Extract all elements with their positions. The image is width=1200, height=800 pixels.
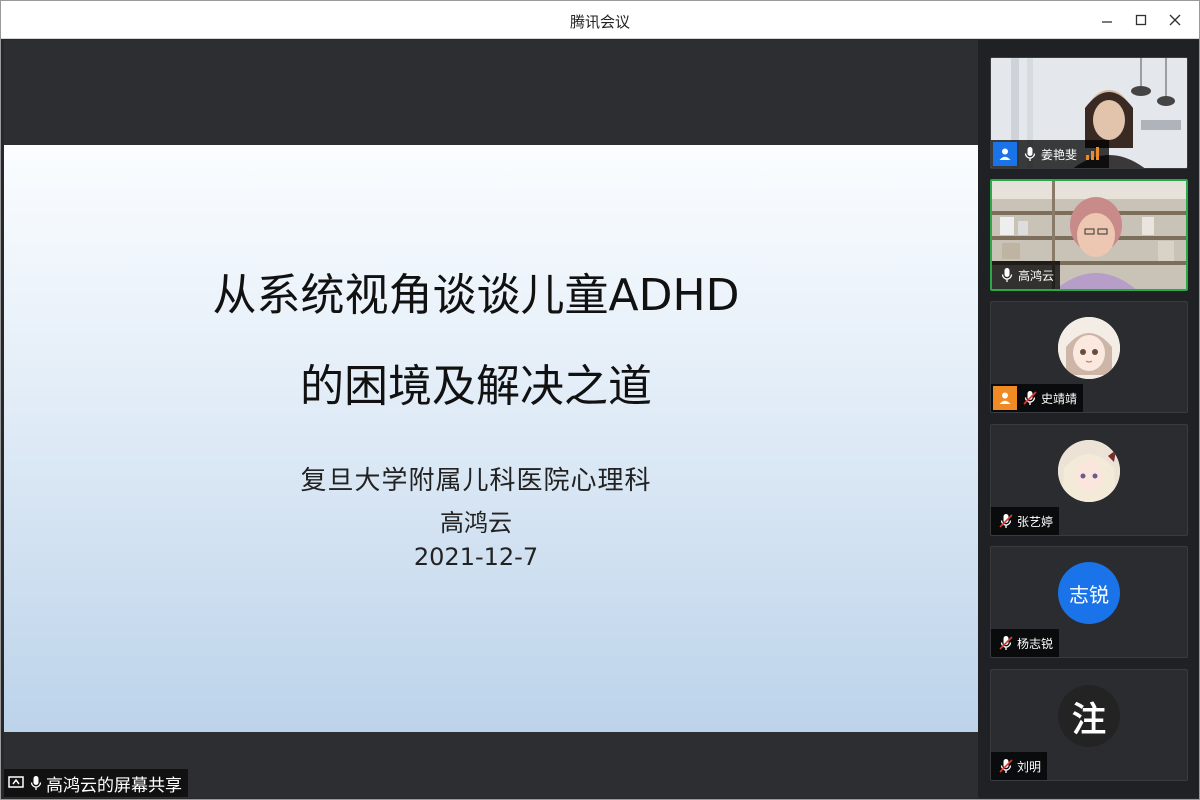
microphone-muted-icon xyxy=(1019,386,1041,410)
title-bar: 腾讯会议 xyxy=(1,1,1199,39)
microphone-muted-icon xyxy=(995,754,1017,778)
microphone-icon xyxy=(996,263,1018,287)
participant-sidebar: 姜艳斐 高鸿云 史靖靖 张艺婷 志锐 杨志锐 注 刘明 xyxy=(978,40,1199,798)
participant-label: 高鸿云 xyxy=(992,261,1061,289)
slide-date: 2021-12-7 xyxy=(413,543,539,571)
slide-title-line2: 的困境及解决之道 xyxy=(300,361,652,412)
maximize-button[interactable] xyxy=(1129,9,1153,31)
screen-share-badge: 高鸿云的屏幕共享 xyxy=(4,769,188,797)
participant-tile[interactable]: 志锐 杨志锐 xyxy=(990,546,1188,658)
slide-title-line1: 从系统视角谈谈儿童ADHD xyxy=(212,270,740,321)
slide-affiliation: 复旦大学附属儿科医院心理科 xyxy=(300,466,652,496)
participant-tile[interactable]: 注 刘明 xyxy=(990,669,1188,781)
close-button[interactable] xyxy=(1163,9,1187,31)
avatar: 注 xyxy=(1058,685,1120,747)
participant-label: 刘明 xyxy=(991,752,1048,780)
volume-level-icon xyxy=(1085,145,1103,164)
slide-presenter: 高鸿云 xyxy=(440,509,512,537)
participant-label: 张艺婷 xyxy=(991,507,1060,535)
shared-screen-area: 从系统视角谈谈儿童ADHD 的困境及解决之道 复旦大学附属儿科医院心理科 高鸿云… xyxy=(4,40,978,798)
participant-label: 史靖靖 xyxy=(991,384,1084,412)
participant-label: 杨志锐 xyxy=(991,629,1060,657)
microphone-icon xyxy=(1019,142,1041,166)
participant-name: 史靖靖 xyxy=(1041,391,1078,406)
participant-label: 姜艳斐 xyxy=(991,140,1110,168)
participant-tile[interactable]: 史靖靖 xyxy=(990,301,1188,413)
avatar xyxy=(1058,440,1120,502)
participant-tile-active-speaker[interactable]: 高鸿云 xyxy=(990,179,1188,291)
microphone-muted-icon xyxy=(995,631,1017,655)
participant-tile[interactable]: 姜艳斐 xyxy=(990,57,1188,169)
participant-name: 张艺婷 xyxy=(1017,514,1054,529)
minimize-button[interactable] xyxy=(1095,9,1119,31)
participant-name: 高鸿云 xyxy=(1018,268,1055,283)
screen-share-label: 高鸿云的屏幕共享 xyxy=(46,775,182,796)
maximize-icon xyxy=(1135,14,1147,26)
host-user-icon xyxy=(993,142,1017,166)
participant-tile[interactable]: 张艺婷 xyxy=(990,424,1188,536)
cohost-user-icon xyxy=(993,386,1017,410)
microphone-muted-icon xyxy=(995,509,1017,533)
avatar xyxy=(1058,317,1120,379)
participant-name: 刘明 xyxy=(1017,759,1042,774)
microphone-icon xyxy=(26,774,46,792)
avatar-initials: 志锐 xyxy=(1069,582,1109,607)
avatar-initials: 注 xyxy=(1072,699,1106,740)
screen-share-icon xyxy=(6,774,26,792)
presentation-slide: 从系统视角谈谈儿童ADHD 的困境及解决之道 复旦大学附属儿科医院心理科 高鸿云… xyxy=(4,145,978,732)
meeting-window: 腾讯会议 从系统视角谈谈儿童ADHD 的困境及解决之道 复旦大学附属儿科医院心理… xyxy=(0,0,1200,800)
participant-name: 姜艳斐 xyxy=(1041,147,1078,162)
participant-name: 杨志锐 xyxy=(1017,636,1054,651)
window-title: 腾讯会议 xyxy=(569,13,630,31)
close-icon xyxy=(1169,14,1181,26)
avatar: 志锐 xyxy=(1058,562,1120,624)
minimize-icon xyxy=(1102,21,1112,23)
